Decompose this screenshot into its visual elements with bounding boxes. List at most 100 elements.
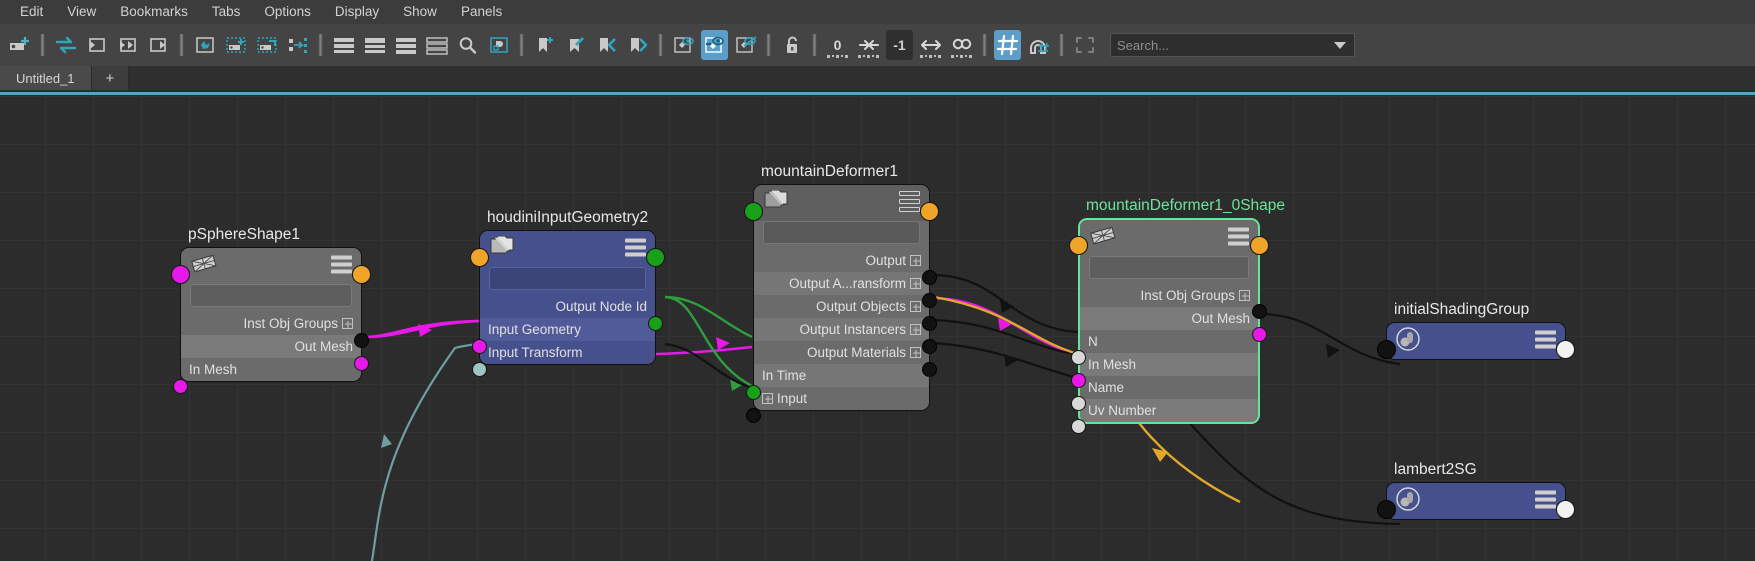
show-upstream-icon[interactable] [670,30,697,60]
attr-output-instancers[interactable]: Output Instancers [754,318,929,341]
attr-input[interactable]: Input [754,387,929,410]
node-header[interactable] [1387,483,1565,519]
node-menu-icon[interactable] [1535,330,1556,352]
search-input[interactable]: Search... [1110,33,1355,57]
port-input-transform[interactable] [472,362,487,377]
attr-output[interactable]: Output [754,249,929,272]
port-name[interactable] [1071,396,1086,411]
port-in-mesh[interactable] [173,379,188,394]
port-output-node-id[interactable] [648,316,663,331]
menu-item-show[interactable]: Show [391,1,449,23]
add-node-icon[interactable] [6,30,33,60]
add-to-graph-icon[interactable] [222,30,249,60]
node-name-field[interactable] [489,267,646,290]
port-output[interactable] [922,270,937,285]
bookmark-edit-icon[interactable] [562,30,589,60]
grid-icon[interactable] [994,30,1021,60]
menu-item-view[interactable]: View [55,1,108,23]
port-node-output[interactable] [920,202,939,221]
input-connection-icon[interactable] [83,30,110,60]
shift-nodes-icon[interactable] [284,30,311,60]
node-header[interactable] [754,185,929,221]
port-uv-number[interactable] [1071,419,1086,434]
attr-input-transform[interactable]: Input Transform [480,341,655,364]
port-output-objects[interactable] [922,316,937,331]
zero-depth-icon[interactable]: 0 [824,30,851,60]
attr-inst-obj-groups[interactable]: Inst Obj Groups [1080,284,1258,307]
add-tab-button[interactable]: + [91,66,130,90]
layout-horizontal-icon[interactable] [330,30,357,60]
node-name-field[interactable] [763,221,920,244]
bookmark-next-icon[interactable] [624,30,651,60]
node-body[interactable] [1386,322,1566,360]
node-body[interactable] [1386,482,1566,520]
port-output-instancers[interactable] [922,339,937,354]
node-menu-icon[interactable] [1535,490,1556,512]
port-inst-obj-groups[interactable] [354,333,369,348]
port-node-input[interactable] [1377,340,1396,359]
attr-output-materials[interactable]: Output Materials [754,341,929,364]
layout-list-icon[interactable] [423,30,450,60]
port-out-mesh[interactable] [1252,327,1267,342]
port-node-input[interactable] [171,265,190,284]
attr-name[interactable]: Name [1080,376,1258,399]
remove-from-graph-icon[interactable] [253,30,280,60]
expand-plus-icon[interactable] [910,278,921,289]
node-menu-icon[interactable] [625,238,646,260]
node-mountaindeformer1[interactable]: mountainDeformer1 Output Output A...rans… [744,163,939,423]
expand-plus-icon[interactable] [910,324,921,335]
node-lambert2sg[interactable]: lambert2SG [1377,461,1575,520]
menu-item-options[interactable]: Options [252,1,323,23]
port-output-materials[interactable] [922,362,937,377]
port-node-output[interactable] [646,248,665,267]
overlay-icon[interactable] [485,30,512,60]
node-header[interactable] [1080,220,1258,256]
infinite-depth-icon[interactable] [948,30,975,60]
attr-in-mesh[interactable]: In Mesh [181,358,361,381]
expand-plus-icon[interactable] [762,393,773,404]
node-body[interactable]: Output Node Id Input Geometry Input Tran… [479,230,656,365]
port-input-geometry[interactable] [472,339,487,354]
attr-out-mesh[interactable]: Out Mesh [1080,307,1258,330]
hide-icon[interactable] [732,30,759,60]
layout-vertical-icon[interactable] [361,30,388,60]
attr-input-geometry[interactable]: Input Geometry [480,318,655,341]
collapse-icon[interactable] [855,30,882,60]
port-node-input[interactable] [744,202,763,221]
unlock-icon[interactable] [778,30,805,60]
port-input[interactable] [746,408,761,423]
expand-horizontal-icon[interactable] [917,30,944,60]
swap-icon[interactable] [52,30,79,60]
attr-uv-number[interactable]: Uv Number [1080,399,1258,422]
port-node-output[interactable] [1556,340,1575,359]
rearrange-graph-icon[interactable] [191,30,218,60]
attr-in-time[interactable]: In Time [754,364,929,387]
node-menu-icon[interactable] [899,191,920,215]
node-graph-canvas[interactable]: pSphereShape1 Inst Obj Groups Out Mesh I… [0,92,1755,561]
node-body[interactable]: Inst Obj Groups Out Mesh In Mesh [180,247,362,382]
node-psphereshape1[interactable]: pSphereShape1 Inst Obj Groups Out Mesh I… [171,226,371,394]
node-menu-icon[interactable] [1228,227,1249,249]
node-body[interactable]: Inst Obj Groups Out Mesh N In Mesh Name … [1078,218,1260,424]
bookmark-add-icon[interactable] [531,30,558,60]
attr-n[interactable]: N [1080,330,1258,353]
port-n[interactable] [1071,350,1086,365]
node-name-field[interactable] [190,284,352,307]
expand-plus-icon[interactable] [910,255,921,266]
output-connection-icon[interactable] [145,30,172,60]
node-header[interactable] [480,231,655,267]
attr-in-mesh[interactable]: In Mesh [1080,353,1258,376]
port-node-input[interactable] [1377,500,1396,519]
expand-plus-icon[interactable] [910,301,921,312]
port-in-mesh[interactable] [1071,373,1086,388]
port-node-input[interactable] [1069,236,1088,255]
both-connections-icon[interactable] [114,30,141,60]
menu-item-bookmarks[interactable]: Bookmarks [108,1,200,23]
tab-untitled-1[interactable]: Untitled_1 [0,66,92,90]
chevron-down-icon[interactable] [1334,41,1346,49]
node-header[interactable] [181,248,361,284]
menu-item-display[interactable]: Display [323,1,391,23]
node-initialshadinggroup[interactable]: initialShadingGroup [1377,301,1575,360]
attr-output-objects[interactable]: Output Objects [754,295,929,318]
frame-selection-icon[interactable] [1071,30,1098,60]
